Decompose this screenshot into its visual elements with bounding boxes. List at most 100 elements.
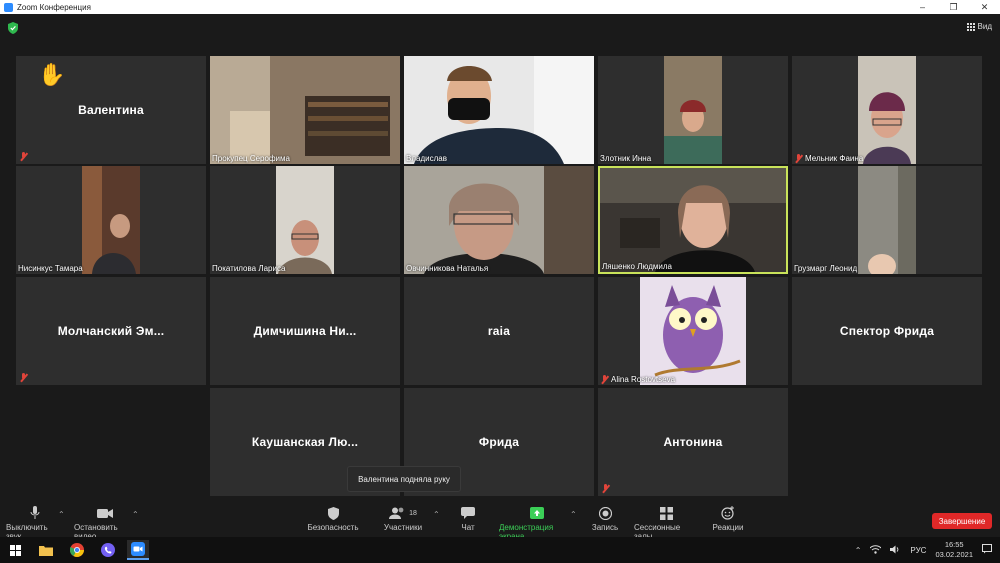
participants-label: Участники [383, 523, 423, 532]
minimize-button[interactable]: – [907, 0, 938, 14]
participant-video [210, 56, 400, 164]
participants-button[interactable]: 18 Участники [383, 506, 423, 532]
microphone-icon [30, 506, 40, 520]
notifications-icon[interactable] [982, 544, 992, 556]
participant-name: Нисинкус Тамара [18, 264, 83, 273]
record-icon [598, 506, 612, 520]
share-screen-button[interactable]: Демонстрация экрана [499, 506, 575, 541]
participant-name: raia [487, 324, 511, 338]
chat-button[interactable]: Чат [458, 506, 478, 532]
participant-tile[interactable]: Молчанский Эм... [16, 277, 206, 385]
participant-tile[interactable]: Мельник Фаина [792, 56, 982, 164]
participant-video [858, 56, 916, 164]
raised-hand-notification: Валентина подняла руку [347, 466, 461, 492]
participant-video [404, 56, 594, 164]
record-label: Запись [591, 523, 619, 532]
record-button[interactable]: Запись [592, 506, 618, 532]
green-shield-icon[interactable] [8, 22, 18, 34]
maximize-button[interactable]: ❐ [938, 0, 969, 14]
participant-tile[interactable]: Нисинкус Тамара [16, 166, 206, 274]
close-button[interactable]: ✕ [969, 0, 1000, 14]
participant-name: Покатилова Лариса [212, 264, 286, 273]
participants-icon: 18 [389, 506, 417, 520]
share-options-chevron-icon[interactable]: ⌃ [570, 510, 577, 519]
participant-name: Димчишина Ни... [253, 324, 357, 338]
network-icon[interactable] [870, 544, 882, 556]
clock-time: 16:55 [944, 540, 964, 549]
participant-video [404, 166, 594, 274]
security-button[interactable]: Безопасность [307, 506, 359, 532]
audio-options-chevron-icon[interactable]: ⌃ [58, 510, 65, 519]
participant-name: Злотник Инна [600, 154, 652, 163]
participant-name: Антонина [663, 435, 723, 449]
participant-name: Овчинникова Наталья [406, 264, 489, 273]
taskbar-clock[interactable]: 16:55 03.02.2021 [935, 540, 973, 560]
muted-mic-icon [794, 154, 803, 163]
participant-name: Alina Rostovtseva [611, 375, 676, 384]
windows-taskbar: ⌃ РУС 16:55 03.02.2021 [0, 537, 1000, 563]
participant-tile[interactable]: Покатилова Лариса [210, 166, 400, 274]
language-indicator[interactable]: РУС [910, 546, 926, 555]
mute-button[interactable]: Выключить звук [6, 506, 64, 541]
participants-count: 18 [409, 509, 417, 517]
shield-icon [327, 506, 339, 520]
muted-mic-icon [601, 484, 610, 493]
chrome-icon[interactable] [66, 540, 88, 560]
participant-name: Грузмарг Леонид [794, 264, 858, 273]
video-options-chevron-icon[interactable]: ⌃ [132, 510, 139, 519]
participant-tile[interactable]: Спектор Фрида [792, 277, 982, 385]
participant-image [640, 277, 746, 385]
share-screen-icon [530, 506, 544, 520]
tray-overflow-chevron-icon[interactable]: ⌃ [855, 546, 862, 555]
participant-tile[interactable]: Прокупец Серофима [210, 56, 400, 164]
participant-tile[interactable]: ✋ Валентина [16, 56, 206, 164]
participant-video [82, 166, 140, 274]
breakout-rooms-button[interactable]: Сессионные залы [634, 506, 698, 541]
participant-video [600, 168, 786, 272]
participant-tile[interactable]: Овчинникова Наталья [404, 166, 594, 274]
zoom-icon[interactable] [127, 540, 149, 560]
meeting-toolbar: Выключить звук ⌃ Остановить видео ⌃ Безо… [0, 500, 1000, 541]
zoom-logo-icon [4, 2, 13, 12]
participant-video [858, 166, 916, 274]
participant-tile[interactable]: Злотник Инна [598, 56, 788, 164]
participant-tile[interactable]: Димчишина Ни... [210, 277, 400, 385]
participant-tile[interactable]: Alina Rostovtseva [598, 277, 788, 385]
participant-name: Валентина [78, 103, 144, 117]
breakout-rooms-icon [659, 506, 673, 520]
muted-mic-icon [19, 152, 28, 161]
participant-name: Ляшенко Людмила [602, 262, 672, 271]
participant-name: Молчанский Эм... [57, 324, 165, 338]
muted-mic-icon [600, 375, 609, 384]
participant-tile-active-speaker[interactable]: Ляшенко Людмила [598, 166, 788, 274]
view-label: Вид [977, 22, 992, 31]
participant-tile[interactable]: Антонина [598, 388, 788, 496]
grid-view-icon [966, 22, 975, 31]
chat-icon [461, 506, 475, 520]
participant-video [276, 166, 334, 274]
viber-icon[interactable] [97, 540, 119, 560]
participant-tile[interactable]: Владислав [404, 56, 594, 164]
volume-icon[interactable] [890, 545, 901, 556]
file-explorer-icon[interactable] [35, 540, 57, 560]
participant-tile[interactable]: raia [404, 277, 594, 385]
clock-date: 03.02.2021 [935, 550, 973, 559]
participants-options-chevron-icon[interactable]: ⌃ [433, 510, 440, 519]
participant-name: Прокупец Серофима [212, 154, 290, 163]
muted-mic-icon [19, 373, 28, 382]
reactions-button[interactable]: Реакции [712, 506, 744, 532]
window-title: Zoom Конференция [17, 2, 91, 12]
participant-name: Спектор Фрида [839, 324, 935, 338]
windows-start-icon[interactable] [4, 540, 26, 560]
view-button[interactable]: Вид [966, 22, 992, 31]
end-meeting-button[interactable]: Завершение [932, 513, 992, 529]
participant-name: Мельник Фаина [805, 154, 864, 163]
system-tray: ⌃ РУС 16:55 03.02.2021 [855, 537, 992, 563]
window-titlebar: Zoom Конференция – ❐ ✕ [0, 0, 1000, 14]
participant-name: Владислав [406, 154, 447, 163]
participant-tile[interactable]: Грузмарг Леонид [792, 166, 982, 274]
reactions-label: Реакции [712, 523, 744, 532]
smiley-icon [721, 506, 735, 520]
stop-video-button[interactable]: Остановить видео [74, 506, 136, 541]
chat-label: Чат [461, 523, 475, 532]
